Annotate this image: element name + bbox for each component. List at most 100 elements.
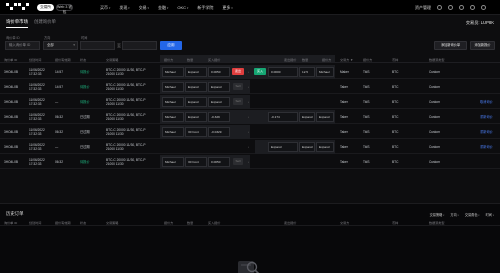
sell-chip[interactable]: 卖出	[232, 68, 244, 75]
qty2-field[interactable]: 12.5	[299, 67, 315, 77]
filter-strategy[interactable]: 交易策略	[430, 212, 445, 217]
ask-field[interactable]: -0.174	[268, 112, 298, 122]
table-row[interactable]: 3HO4L0B 11/06/2022 17:32:33 14:57 待报价 BT…	[0, 80, 500, 94]
cancel-rfq-link[interactable]: 取消询价	[480, 100, 493, 104]
side-select-value: 全部	[47, 43, 54, 47]
col-header-strategy: 交易策略	[106, 221, 119, 225]
nav-item-discover[interactable]: 发现	[119, 4, 129, 12]
maker2-field[interactable]: Michael	[316, 67, 334, 77]
cell-coin: BTC	[392, 85, 399, 89]
filter-label-id: 询价单 ID	[6, 36, 20, 40]
cell-status: 待报价	[80, 85, 90, 89]
cell-id: 3HO4L0B	[4, 130, 18, 134]
cell-id: 3HO4L0B	[4, 70, 18, 74]
maker-field[interactable]: Michael	[162, 97, 184, 107]
history-filters: 交易策略 方向 交易角色 时间	[430, 212, 494, 217]
exchange-pill[interactable]: 交易所	[37, 4, 54, 11]
sell-chip[interactable]: Sell	[233, 158, 243, 165]
start-date-input[interactable]	[80, 41, 115, 50]
requote-link[interactable]: 重新询价	[480, 130, 493, 134]
col-header-maker2: 报价方	[322, 58, 332, 62]
requote-link[interactable]: 重新询价	[480, 145, 493, 149]
sell-chip[interactable]: Sell	[233, 98, 243, 105]
notification-icon[interactable]	[448, 5, 453, 10]
maker-field[interactable]: Michael	[162, 112, 184, 122]
buy-chip[interactable]: 买入	[254, 68, 266, 75]
history-orders-section: 历史订单 交易策略 方向 交易角色 时间 询价单 ID 创建时间 报价有效期 状…	[0, 203, 500, 273]
bid-field[interactable]: 0.0050	[208, 157, 230, 167]
nav-item-academy[interactable]: 新手学院	[197, 4, 213, 12]
side-select[interactable]: 全部 ▾	[43, 41, 78, 50]
col-header-role: 交易方	[340, 221, 350, 225]
table-row[interactable]: 3HO4L0B 11/06/2022 17:32:33 — 待报价 BTC-C …	[0, 95, 500, 109]
bid-field[interactable]: Expand	[208, 97, 230, 107]
rfq-id-input[interactable]: 输入询价单 ID	[5, 41, 40, 50]
cell-validity: 06:32	[55, 115, 63, 119]
qty-field[interactable]: 30 Cont	[185, 127, 207, 137]
nav-item-finance[interactable]: 金融	[158, 4, 168, 12]
sell-chip[interactable]: Sell	[233, 83, 243, 90]
col-header-created: 创建时间	[29, 221, 42, 225]
cell-source: Custom	[429, 85, 440, 89]
ask-field[interactable]: 0.0000	[268, 67, 298, 77]
table-row[interactable]: 3HO4L0B 11/06/2022 17:32:33 06:32 已过期 BT…	[0, 125, 500, 139]
divider-dot: •	[248, 145, 250, 149]
table-row[interactable]: 3HO4L0B 11/06/2022 17:32:33 14:57 待报价 BT…	[0, 65, 500, 79]
col-header-qty2: 数量	[302, 58, 309, 62]
cell-ccy-type: TkIS	[363, 100, 370, 104]
cell-status: 待报价	[80, 160, 90, 164]
create-quote-button[interactable]: 添加新报价	[470, 41, 495, 50]
tab-create-rfq[interactable]: 创建询价单	[34, 19, 56, 28]
ask-field[interactable]: Expand	[268, 142, 298, 152]
nav-item-buy[interactable]: 买币	[100, 4, 110, 12]
filter-time[interactable]: 时间	[486, 212, 494, 217]
bid-field[interactable]: 0.0050	[208, 67, 230, 77]
cell-strategy-line2: 21000 11/30	[106, 132, 124, 136]
tab-rfq-market[interactable]: 询价单市场	[6, 19, 28, 28]
qty2-field[interactable]: Expand	[299, 142, 315, 152]
qty2-field[interactable]: Expand	[299, 112, 315, 122]
col-header-source: 数据源类型	[429, 221, 445, 225]
asset-management-link[interactable]: 资产管理	[415, 4, 431, 11]
settings-icon[interactable]	[481, 5, 486, 10]
apply-button[interactable]: 应用	[160, 41, 182, 50]
qty-field[interactable]: Expand	[185, 82, 207, 92]
col-header-role[interactable]: 交易方 ▼	[340, 57, 353, 62]
filter-side[interactable]: 方向	[450, 212, 458, 217]
table-row[interactable]: 3HO4L0B 11/06/2022 17:32:33 — 已过期 BTC-C …	[0, 140, 500, 154]
qty-field[interactable]: 30 Cont	[185, 157, 207, 167]
cell-strategy-line2: 21000 11/30	[106, 162, 124, 166]
filter-role[interactable]: 交易角色	[465, 212, 480, 217]
bid-field[interactable]: -0.0329	[208, 127, 230, 137]
nav-item-okc[interactable]: OKC	[177, 4, 188, 12]
cell-status: 待报价	[80, 70, 90, 74]
maker-field[interactable]: Michael	[162, 67, 184, 77]
maker-field[interactable]: Michael	[162, 82, 184, 92]
nav-item-more[interactable]: 更多	[222, 4, 232, 12]
web3-wallet-pill[interactable]: Web 3 钱包	[56, 4, 73, 14]
qty-field[interactable]: Expand	[185, 97, 207, 107]
maker2-field[interactable]: Expand	[316, 142, 334, 152]
download-icon[interactable]	[459, 5, 464, 10]
cell-validity: —	[55, 145, 59, 149]
nav-item-trade[interactable]: 交易	[139, 4, 149, 12]
cell-validity: 14:57	[55, 85, 63, 89]
cell-id: 3HO4L0B	[4, 85, 18, 89]
globe-icon[interactable]	[470, 5, 475, 10]
end-date-input[interactable]	[122, 41, 157, 50]
user-icon[interactable]	[437, 5, 442, 10]
maker2-field[interactable]: Expand	[316, 112, 334, 122]
table-row[interactable]: 3HO4L0B 11/06/2022 17:32:33 06:32 待报价 BT…	[0, 155, 500, 169]
qty-field[interactable]: Expand	[185, 67, 207, 77]
requote-link[interactable]: 重新询价	[480, 115, 493, 119]
maker-field[interactable]: Michael	[162, 127, 184, 137]
create-rfq-button[interactable]: 添加新询价单	[434, 41, 467, 50]
maker-field[interactable]: Michael	[162, 157, 184, 167]
top-nav-bar: 交易所 Web 3 钱包 买币 发现 交易 金融 OKC 新手学院 更多 资产管…	[0, 0, 500, 15]
col-header-validity: 报价有效期	[55, 221, 71, 225]
table-row[interactable]: 3HO4L0B 11/06/2022 17:32:33 06:32 已过期 BT…	[0, 110, 500, 124]
bid-field[interactable]: Expand	[208, 82, 230, 92]
okx-logo[interactable]	[6, 3, 29, 11]
bid-field[interactable]: -0.329	[208, 112, 230, 122]
qty-field[interactable]: Expand	[185, 112, 207, 122]
